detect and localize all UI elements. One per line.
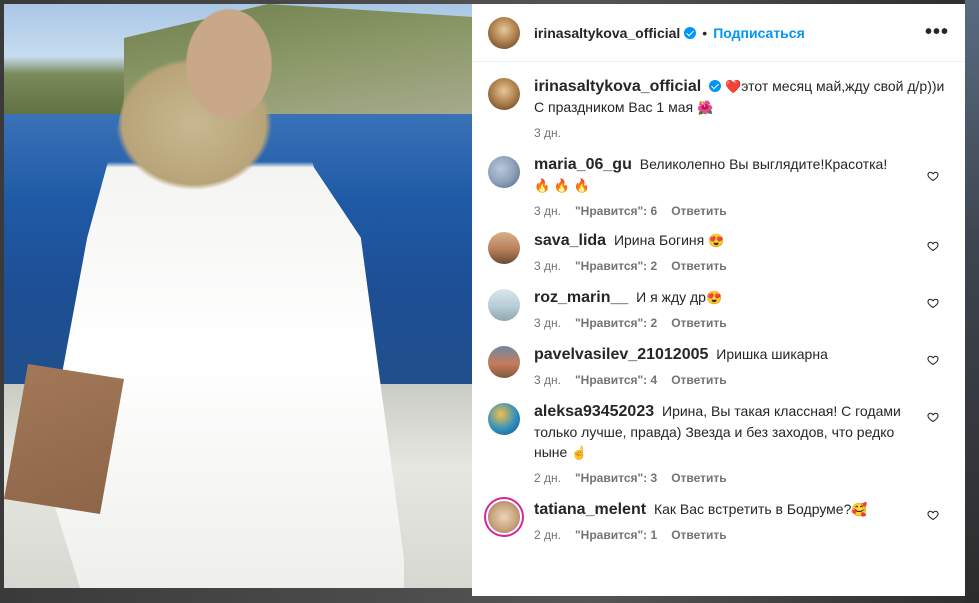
caption-author-avatar[interactable] <box>488 78 520 110</box>
commenter-avatar[interactable] <box>488 156 520 188</box>
more-options-icon[interactable]: ••• <box>925 21 949 44</box>
heart-outline-icon[interactable] <box>927 297 939 309</box>
heart-outline-icon[interactable] <box>927 354 939 366</box>
heart-outline-icon[interactable] <box>927 170 939 182</box>
follow-button[interactable]: Подписаться <box>713 25 805 41</box>
author-avatar[interactable] <box>488 16 520 49</box>
reply-button[interactable]: Ответить <box>671 204 726 218</box>
heart-outline-icon[interactable] <box>927 240 939 252</box>
reply-button[interactable]: Ответить <box>671 259 726 273</box>
commenter-avatar[interactable] <box>488 403 520 435</box>
comment-time[interactable]: 2 дн. <box>534 471 561 485</box>
verified-badge-icon <box>709 80 722 92</box>
comment-likes[interactable]: "Нравится": 4 <box>575 373 657 387</box>
reply-button[interactable]: Ответить <box>671 471 726 485</box>
comment-item: sava_lida Ирина Богиня 😍 3 дн. "Нравится… <box>488 230 949 273</box>
commenter-avatar[interactable] <box>488 346 520 378</box>
comment-time[interactable]: 2 дн. <box>534 528 561 542</box>
heart-eyes-icon: 😍 <box>708 233 725 248</box>
red-heart-icon: ❤️ <box>725 79 742 94</box>
comment-username[interactable]: pavelvasilev_21012005 <box>534 346 708 363</box>
reply-button[interactable]: Ответить <box>671 373 726 387</box>
pointing-up-icon: ☝️ <box>571 445 588 460</box>
comment-likes[interactable]: "Нравится": 6 <box>575 204 657 218</box>
author-username[interactable]: irinasaltykova_official <box>534 25 680 41</box>
heart-eyes-icon: 😍 <box>705 290 723 305</box>
comment-item: aleksa93452023 Ирина, Вы такая классная!… <box>488 401 949 485</box>
hibiscus-icon: 🌺 <box>696 100 714 115</box>
caption: irinasaltykova_official ❤️этот месяц май… <box>488 76 949 140</box>
verified-badge-icon <box>684 26 697 39</box>
comment-likes[interactable]: "Нравится": 1 <box>575 528 657 542</box>
commenter-avatar[interactable] <box>488 232 520 264</box>
fire-icon: 🔥 🔥 🔥 <box>534 178 590 193</box>
post-details-panel: irinasaltykova_official • Подписаться ••… <box>472 4 965 596</box>
heart-outline-icon[interactable] <box>927 411 939 423</box>
comment-text: Великолепно Вы выглядите!Красотка! <box>639 156 888 172</box>
comment-item: roz_marin__ И я жду др😍 3 дн. "Нравится"… <box>488 287 949 330</box>
comment-time[interactable]: 3 дн. <box>534 316 561 330</box>
commenter-avatar[interactable] <box>488 289 520 321</box>
commenter-avatar[interactable] <box>488 501 520 533</box>
post-photo[interactable] <box>4 4 472 588</box>
comment-text: Как Вас встретить в Бодруме? <box>653 501 852 517</box>
comment-likes[interactable]: "Нравится": 2 <box>575 316 657 330</box>
caption-username[interactable]: irinasaltykova_official <box>534 78 701 95</box>
comment-time[interactable]: 3 дн. <box>534 204 561 218</box>
smiling-hearts-icon: 🥰 <box>851 502 868 517</box>
comment-time[interactable]: 3 дн. <box>534 259 561 273</box>
comment-item: pavelvasilev_21012005 Иришка шикарна 3 д… <box>488 344 949 387</box>
comment-text: Ирина Богиня <box>613 232 705 248</box>
caption-time[interactable]: 3 дн. <box>534 126 561 140</box>
post-header: irinasaltykova_official • Подписаться ••… <box>472 4 965 62</box>
comments-list: irinasaltykova_official ❤️этот месяц май… <box>472 62 965 542</box>
separator-dot: • <box>702 24 708 41</box>
comment-username[interactable]: maria_06_gu <box>534 156 632 173</box>
comment-item: tatiana_melent Как Вас встретить в Бодру… <box>488 499 949 542</box>
comment-item: maria_06_gu Великолепно Вы выглядите!Кра… <box>488 154 949 218</box>
background-page-edge <box>965 0 979 603</box>
comment-username[interactable]: sava_lida <box>534 232 606 249</box>
comment-likes[interactable]: "Нравится": 3 <box>575 471 657 485</box>
comment-text: Иришка шикарна <box>716 346 828 362</box>
comment-likes[interactable]: "Нравится": 2 <box>575 259 657 273</box>
comment-username[interactable]: aleksa93452023 <box>534 403 654 420</box>
comment-username[interactable]: roz_marin__ <box>534 289 628 306</box>
comment-text: И я жду др <box>636 289 706 305</box>
reply-button[interactable]: Ответить <box>671 528 726 542</box>
comment-time[interactable]: 3 дн. <box>534 373 561 387</box>
heart-outline-icon[interactable] <box>927 509 939 521</box>
comment-username[interactable]: tatiana_melent <box>534 501 646 518</box>
reply-button[interactable]: Ответить <box>671 316 726 330</box>
